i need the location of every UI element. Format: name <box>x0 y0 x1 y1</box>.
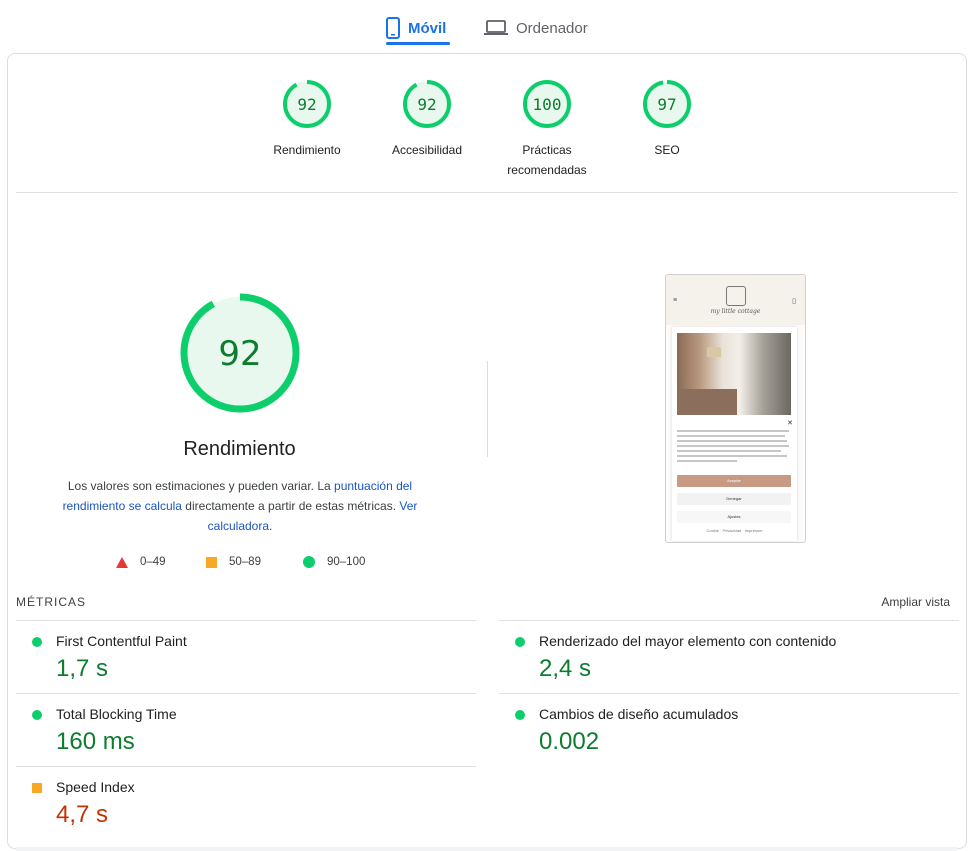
score-label: Rendimiento <box>273 143 341 157</box>
vertical-divider <box>487 361 488 457</box>
preview-accept-button: Aceptar <box>677 475 791 487</box>
preview-footer: Cookie · Privacidad · Impresum <box>706 528 763 533</box>
legend-label: 0–49 <box>140 556 166 568</box>
text-line <box>677 455 787 457</box>
tab-desktop-label: Ordenador <box>516 19 588 37</box>
gauge-performance: 92 <box>283 80 331 128</box>
section-divider <box>16 192 958 193</box>
legend-good: 90–100 <box>303 556 365 568</box>
circle-icon <box>303 556 315 568</box>
expand-view-toggle[interactable]: Ampliar vista <box>881 595 950 609</box>
page-screenshot-preview[interactable]: ≡ my little cottage ▯ ✕ Aceptar Denegar … <box>665 274 806 543</box>
performance-title: Rendimiento <box>183 438 296 460</box>
card-footer-strip <box>16 847 958 851</box>
menu-icon: ≡ <box>673 297 678 304</box>
circle-icon <box>32 637 42 647</box>
preview-header: ≡ my little cottage ▯ <box>666 275 805 325</box>
circle-icon <box>515 637 525 647</box>
legend-label: 50–89 <box>229 556 261 568</box>
text-line <box>677 440 787 442</box>
legend-poor: 0–49 <box>116 556 166 568</box>
metric-speed-index[interactable]: Speed Index 4,7 s <box>16 766 476 839</box>
metric-name: Renderizado del mayor elemento con conte… <box>539 633 837 649</box>
category-scores: 92 Rendimiento 92 Accesibilidad 100 Prác… <box>8 78 966 188</box>
score-value: 92 <box>417 95 436 114</box>
score-seo[interactable]: 97 SEO <box>607 78 727 160</box>
score-value: 92 <box>297 95 316 114</box>
lamp-shape <box>707 347 721 357</box>
metric-value: 0.002 <box>539 728 600 755</box>
score-accessibility[interactable]: 92 Accesibilidad <box>367 78 487 160</box>
text-line <box>677 445 789 447</box>
square-icon <box>206 556 217 568</box>
gauge-best-practices: 100 <box>523 80 571 128</box>
text-line <box>677 450 781 452</box>
metric-value: 160 ms <box>56 728 135 755</box>
laptop-icon <box>484 20 508 35</box>
description-text: directamente a partir de estas métricas. <box>181 499 400 513</box>
gauge-accessibility: 92 <box>403 80 451 128</box>
metric-cls[interactable]: Cambios de diseño acumulados 0.002 <box>499 693 959 766</box>
square-icon <box>32 783 42 793</box>
text-line <box>677 430 789 432</box>
score-value: 100 <box>533 95 562 114</box>
preview-preferences-button: Ajustes <box>677 511 791 523</box>
performance-description: Los valores son estimaciones y pueden va… <box>48 476 432 536</box>
tab-mobile[interactable]: Móvil <box>386 10 446 46</box>
metric-value: 4,7 s <box>56 801 109 828</box>
score-label: Accesibilidad <box>391 143 463 157</box>
circle-icon <box>32 710 42 720</box>
logo-icon <box>726 286 746 306</box>
score-label: SEO <box>654 143 680 157</box>
tab-mobile-label: Móvil <box>408 19 447 37</box>
metric-lcp[interactable]: Renderizado del mayor elemento con conte… <box>499 620 959 693</box>
score-best-practices[interactable]: 100 Prácticas recomendadas <box>487 78 607 180</box>
preview-photo <box>677 333 791 415</box>
preview-deny-button: Denegar <box>677 493 791 505</box>
score-performance[interactable]: 92 Rendimiento <box>247 78 367 160</box>
legend-label: 90–100 <box>327 556 366 568</box>
circle-icon <box>515 710 525 720</box>
metric-value: 2,4 s <box>539 655 592 682</box>
gauge-seo: 97 <box>643 80 691 128</box>
metric-name: Speed Index <box>56 779 135 795</box>
triangle-icon <box>116 556 128 568</box>
description-text: . <box>269 519 273 533</box>
sofa-shape <box>677 389 737 415</box>
score-value: 97 <box>657 95 676 114</box>
metrics-title: MÉTRICAS <box>16 595 87 609</box>
performance-gauge: 92 <box>180 293 300 413</box>
active-tab-indicator <box>386 42 450 45</box>
metric-tbt[interactable]: Total Blocking Time 160 ms <box>16 693 476 766</box>
score-legend: 0–49 50–89 90–100 <box>8 556 478 576</box>
description-text: Los valores son estimaciones y pueden va… <box>67 479 335 493</box>
preview-cookie-modal: ✕ Aceptar Denegar Ajustes Cookie · Priva… <box>672 327 797 541</box>
tab-desktop[interactable]: Ordenador <box>484 10 588 46</box>
metric-name: Cambios de diseño acumulados <box>539 706 739 722</box>
metric-fcp[interactable]: First Contentful Paint 1,7 s <box>16 620 476 693</box>
metric-name: First Contentful Paint <box>56 633 187 649</box>
close-icon: ✕ <box>787 420 793 427</box>
metric-value: 1,7 s <box>56 655 109 682</box>
mobile-icon <box>386 17 400 39</box>
cart-icon: ▯ <box>792 298 796 305</box>
text-line <box>677 435 785 437</box>
performance-score-value: 92 <box>218 334 261 374</box>
legend-average: 50–89 <box>206 556 261 568</box>
preview-brand: my little cottage <box>710 308 761 315</box>
text-line <box>677 460 737 462</box>
score-label: Prácticas recomendadas <box>507 143 587 177</box>
report-card: 92 Rendimiento 92 Accesibilidad 100 Prác… <box>7 53 967 851</box>
device-tabs: Móvil Ordenador <box>0 0 973 50</box>
metric-name: Total Blocking Time <box>56 706 177 722</box>
